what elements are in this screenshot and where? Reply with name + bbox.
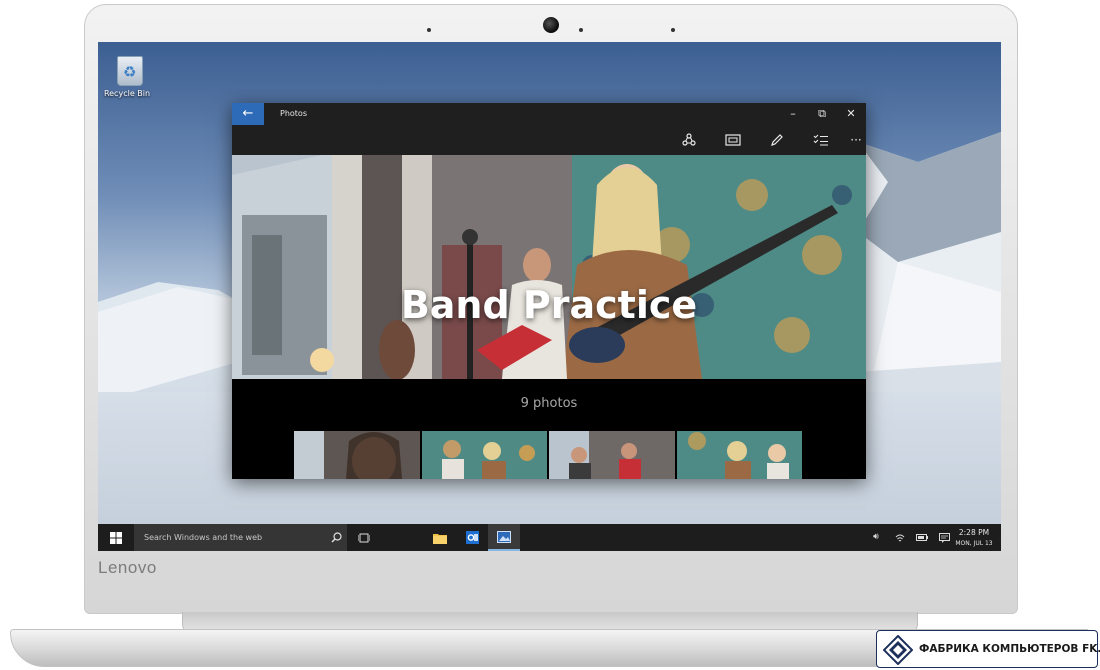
photos-app-button[interactable] — [488, 524, 520, 551]
start-button[interactable] — [98, 524, 134, 551]
minimize-button[interactable]: – — [778, 103, 808, 125]
clock-date: MON, JUL 13 — [955, 540, 993, 547]
close-button[interactable]: ✕ — [836, 103, 866, 125]
taskbar: 🔊︎ 2:28 PM MON, JUL 13 — [98, 524, 1001, 551]
watermark-logo-icon — [883, 635, 913, 665]
sensor-dot — [579, 28, 583, 32]
thumbnail-strip — [294, 431, 802, 479]
band-photo — [232, 155, 866, 379]
select-icon — [813, 134, 828, 146]
brand-logo: Lenovo — [98, 558, 157, 577]
windows-logo-icon — [110, 532, 122, 544]
sensor-dot — [427, 28, 431, 32]
slideshow-icon — [725, 134, 741, 146]
clock-time: 2:28 PM — [958, 528, 990, 537]
title-bar: ← Photos – ⧉ ✕ — [232, 103, 866, 125]
search-input[interactable] — [144, 524, 314, 551]
task-view-icon — [357, 533, 371, 543]
search-icon[interactable] — [326, 524, 346, 551]
photos-window: ← Photos – ⧉ ✕ ··· Band Practice 9 photo… — [232, 103, 866, 479]
product-photo: Lenovo Recycle Bin ← Photos – ⧉ ✕ — [0, 0, 1100, 670]
photo-thumbnail[interactable] — [549, 431, 675, 479]
thumbnail-image — [294, 431, 420, 479]
share-button[interactable] — [675, 129, 703, 151]
recycle-bin-icon — [117, 56, 143, 86]
window-title: Photos — [280, 109, 307, 118]
taskbar-clock[interactable]: 2:28 PM MON, JUL 13 — [952, 528, 996, 548]
photo-thumbnail[interactable] — [421, 431, 547, 479]
photo-thumbnail[interactable] — [294, 431, 420, 479]
outlook-icon — [465, 531, 479, 544]
file-explorer-button[interactable] — [424, 524, 456, 551]
thumbnail-image — [421, 431, 547, 479]
edit-button[interactable] — [763, 129, 791, 151]
battery-icon[interactable] — [912, 524, 932, 551]
share-icon — [682, 133, 696, 146]
webcam — [543, 17, 559, 33]
thumbnail-image — [676, 431, 802, 479]
watermark: ФАБРИКА КОМПЬЮТЕРОВ FK.BY — [876, 630, 1100, 668]
more-icon: ··· — [850, 133, 862, 147]
edit-icon — [771, 134, 783, 146]
task-view-button[interactable] — [348, 524, 380, 551]
album-cover-photo[interactable]: Band Practice — [232, 155, 866, 379]
outlook-button[interactable] — [456, 524, 488, 551]
desktop-icon-recycle-bin[interactable]: Recycle Bin — [104, 56, 152, 98]
network-icon[interactable] — [890, 524, 910, 551]
more-button[interactable]: ··· — [842, 129, 866, 151]
album-title: Band Practice — [400, 283, 698, 327]
select-button[interactable] — [807, 129, 835, 151]
desktop-icon-label: Recycle Bin — [103, 89, 151, 98]
action-center-icon[interactable] — [934, 524, 954, 551]
photo-thumbnail[interactable] — [676, 431, 802, 479]
thumbnail-image — [549, 431, 675, 479]
sensor-dot — [671, 28, 675, 32]
taskbar-search — [134, 524, 347, 551]
watermark-text: ФАБРИКА КОМПЬЮТЕРОВ FK.BY — [919, 643, 1100, 655]
volume-icon[interactable]: 🔊︎ — [866, 524, 886, 551]
file-explorer-icon — [433, 534, 447, 544]
photos-toolbar: ··· — [232, 125, 866, 155]
back-arrow-icon: ← — [242, 106, 254, 121]
photo-count: 9 photos — [520, 396, 578, 411]
photos-app-icon — [497, 531, 511, 543]
screen: Recycle Bin ← Photos – ⧉ ✕ — [98, 42, 1001, 551]
back-button[interactable]: ← — [232, 103, 264, 125]
maximize-button[interactable]: ⧉ — [807, 103, 837, 125]
slideshow-button[interactable] — [719, 129, 747, 151]
